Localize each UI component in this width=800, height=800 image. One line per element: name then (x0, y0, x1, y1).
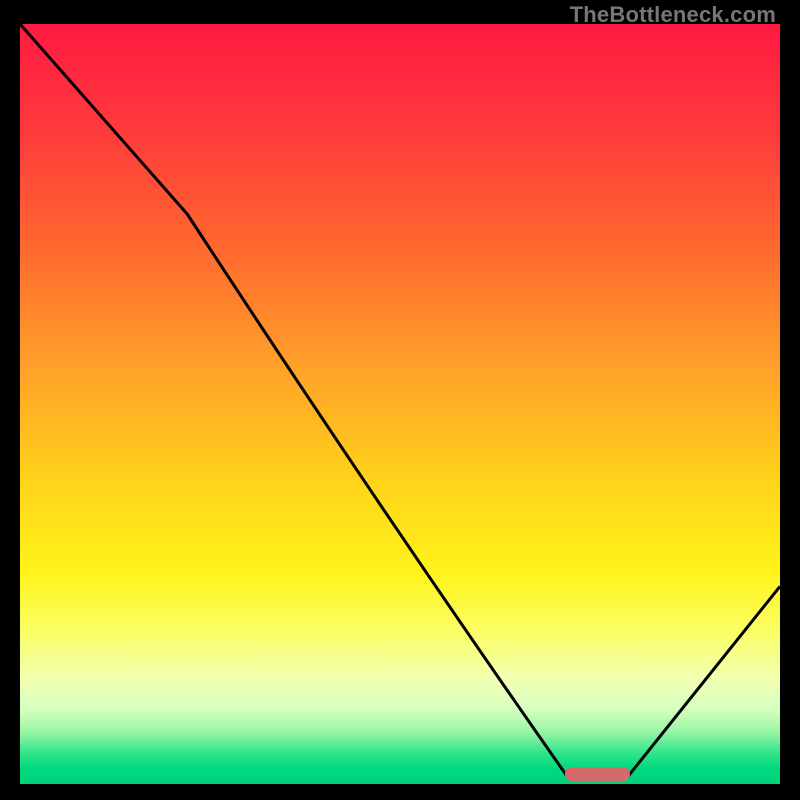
curve-svg (20, 24, 780, 784)
optimal-range-marker (565, 767, 630, 781)
plot-area (20, 24, 780, 784)
chart-frame: TheBottleneck.com (0, 0, 800, 800)
bottleneck-curve-path (20, 24, 780, 777)
watermark-text: TheBottleneck.com (570, 2, 776, 28)
